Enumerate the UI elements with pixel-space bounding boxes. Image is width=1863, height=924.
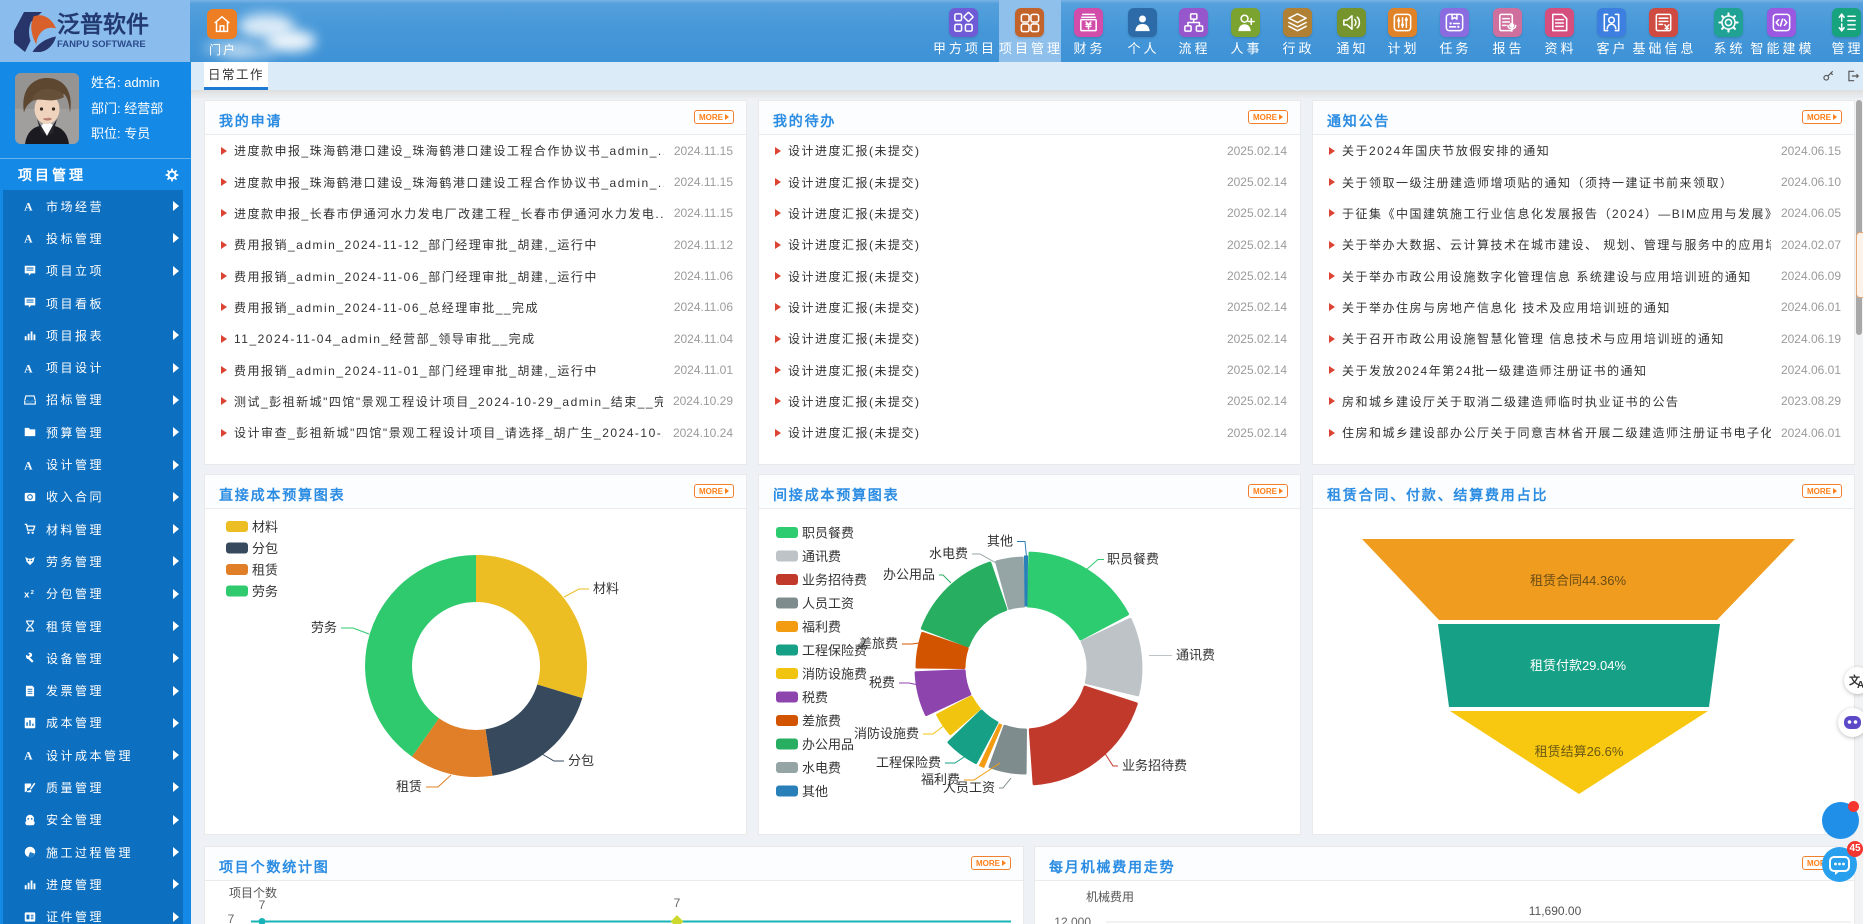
- svg-text:A: A: [24, 362, 33, 374]
- svg-text:工程保险费: 工程保险费: [802, 643, 867, 658]
- svg-text:劳务: 劳务: [311, 620, 337, 635]
- svg-text:工程保险费: 工程保险费: [876, 755, 941, 770]
- svg-text:A: A: [24, 233, 33, 245]
- svg-text:12,000: 12,000: [1054, 915, 1091, 924]
- svg-text:泛普软件: 泛普软件: [57, 11, 149, 37]
- svg-text:水电费: 水电费: [802, 761, 841, 776]
- svg-text:劳务: 劳务: [252, 584, 278, 599]
- svg-text:通讯费: 通讯费: [1176, 648, 1215, 663]
- svg-text:租赁合同44.36%: 租赁合同44.36%: [1530, 573, 1627, 588]
- svg-text:机械费用: 机械费用: [1086, 889, 1134, 904]
- svg-text:A: A: [1857, 680, 1863, 691]
- svg-text:FANPU SOFTWARE: FANPU SOFTWARE: [57, 39, 146, 50]
- svg-text:业务招待费: 业务招待费: [802, 573, 867, 588]
- svg-text:x: x: [24, 589, 30, 599]
- svg-text:租赁结算26.6%: 租赁结算26.6%: [1535, 744, 1624, 759]
- svg-text:职员餐费: 职员餐费: [802, 526, 854, 541]
- svg-text:7: 7: [228, 912, 235, 924]
- svg-text:通讯费: 通讯费: [802, 549, 841, 564]
- svg-text:税费: 税费: [869, 675, 895, 690]
- svg-text:其他: 其他: [987, 534, 1013, 549]
- svg-text:材料: 材料: [252, 520, 278, 535]
- svg-text:A: A: [24, 201, 33, 213]
- svg-text:租赁: 租赁: [252, 563, 278, 578]
- svg-text:人员工资: 人员工资: [802, 596, 854, 611]
- svg-text:职员餐费: 职员餐费: [1107, 552, 1159, 567]
- svg-text:办公用品: 办公用品: [802, 737, 854, 752]
- svg-text:税费: 税费: [802, 690, 828, 705]
- svg-text:7: 7: [674, 896, 681, 910]
- svg-text:A: A: [24, 459, 33, 471]
- svg-text:消防设施费: 消防设施费: [854, 726, 919, 741]
- svg-text:租赁: 租赁: [396, 779, 422, 794]
- svg-text:2: 2: [31, 590, 35, 596]
- svg-text:项目个数: 项目个数: [229, 885, 277, 900]
- svg-text:业务招待费: 业务招待费: [1122, 758, 1187, 773]
- svg-text:分包: 分包: [568, 753, 594, 768]
- svg-text:水电费: 水电费: [929, 546, 968, 561]
- svg-text:福利费: 福利费: [802, 620, 841, 635]
- svg-text:消防设施费: 消防设施费: [802, 667, 867, 682]
- svg-text:办公用品: 办公用品: [883, 567, 935, 582]
- svg-text:A: A: [24, 750, 33, 762]
- svg-text:其他: 其他: [802, 784, 828, 799]
- svg-text:分包: 分包: [252, 541, 278, 556]
- svg-text:7: 7: [259, 898, 266, 912]
- svg-text:差旅费: 差旅费: [802, 714, 841, 729]
- svg-text:11,690.00: 11,690.00: [1529, 904, 1582, 918]
- svg-text:福利费: 福利费: [921, 772, 960, 787]
- svg-text:租赁付款29.04%: 租赁付款29.04%: [1530, 658, 1627, 673]
- svg-text:材料: 材料: [593, 581, 619, 596]
